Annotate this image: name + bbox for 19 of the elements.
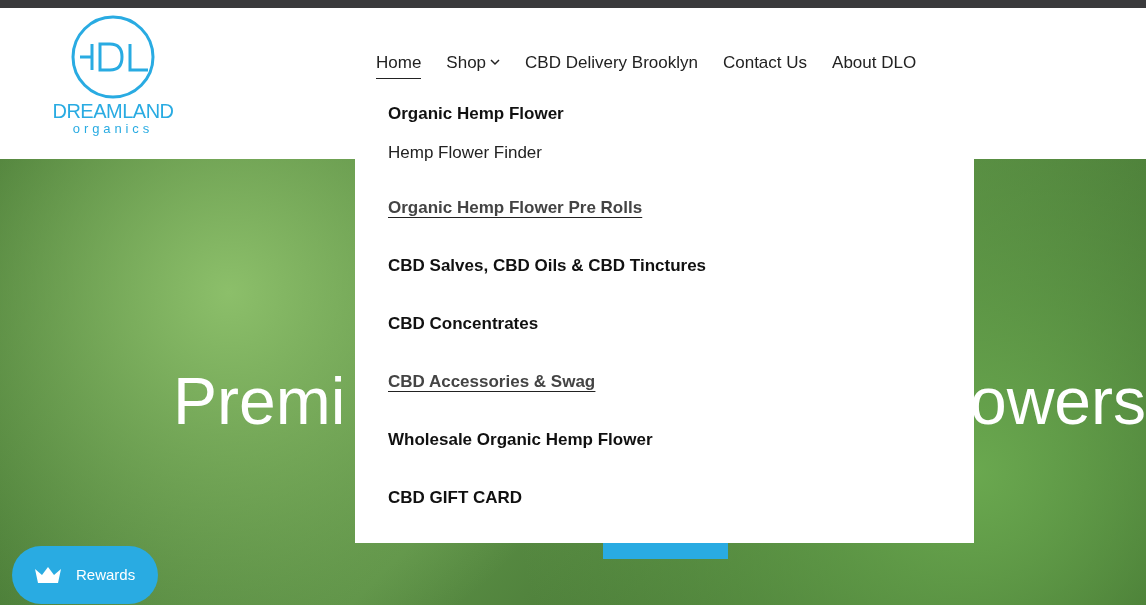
- menu-item[interactable]: CBD GIFT CARD: [388, 484, 523, 511]
- logo-emblem-icon: [70, 14, 156, 100]
- nav-link[interactable]: Home: [376, 50, 422, 79]
- logo-name: DREAMLAND: [52, 100, 174, 122]
- nav-link[interactable]: CBD Delivery Brooklyn: [525, 50, 698, 79]
- menu-item[interactable]: Organic Hemp Flower Pre Rolls: [388, 194, 643, 220]
- menu-item[interactable]: Hemp Flower Finder: [388, 140, 542, 166]
- menu-item[interactable]: CBD Accessories & Swag: [388, 368, 596, 395]
- nav-link[interactable]: Shop: [446, 50, 501, 79]
- hero-heading: owers: [969, 364, 1146, 438]
- nav-link[interactable]: About DLO: [832, 50, 917, 79]
- menu-item[interactable]: Organic Hemp Flower: [388, 101, 564, 127]
- menu-item[interactable]: CBD Concentrates: [388, 310, 539, 337]
- nav-link[interactable]: Contact Us: [722, 50, 808, 79]
- crown-icon: [34, 566, 62, 584]
- logo-tagline: organics: [72, 122, 154, 136]
- menu-item[interactable]: CBD Salves, CBD Oils & CBD Tinctures: [388, 252, 707, 279]
- hero-heading: Premi: [173, 364, 346, 438]
- menu-item[interactable]: Wholesale Organic Hemp Flower: [388, 426, 653, 453]
